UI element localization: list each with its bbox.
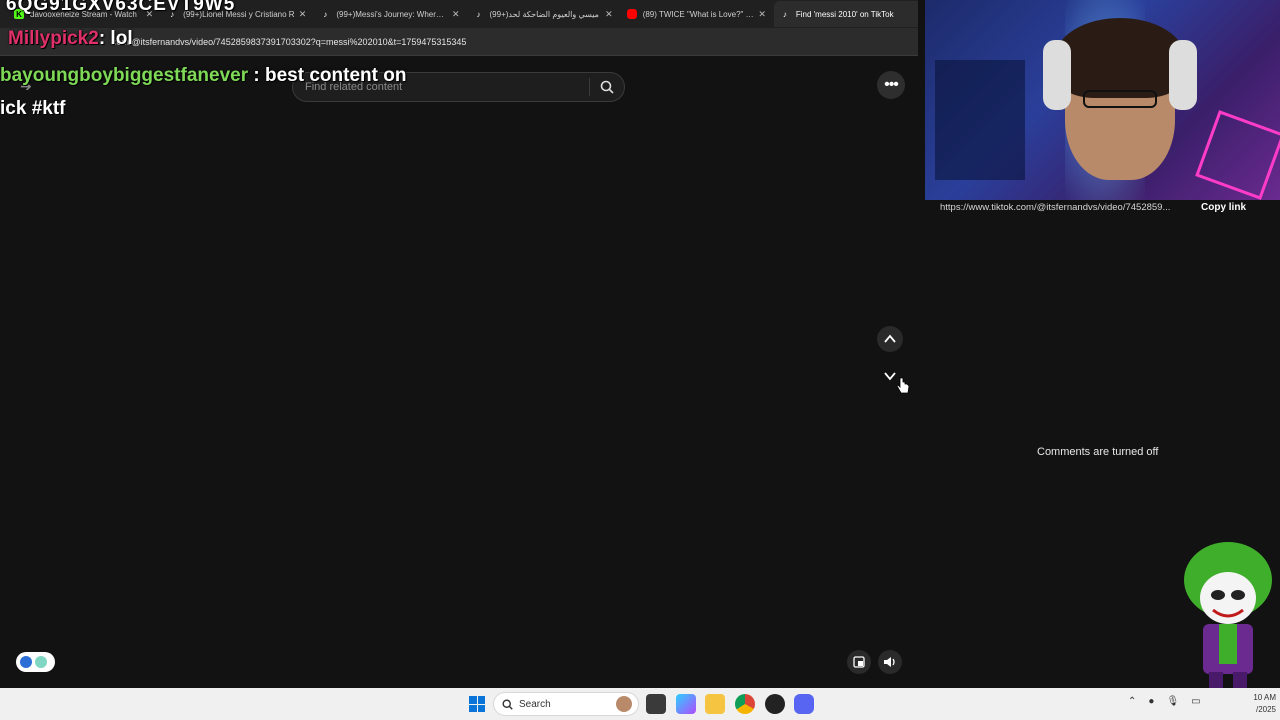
tiktok-icon: ♪ bbox=[323, 9, 328, 19]
headset-left bbox=[1043, 40, 1071, 110]
chat-message: bayoungboybiggestfanever : best content … bbox=[0, 65, 406, 87]
discord-icon[interactable] bbox=[794, 694, 814, 714]
system-tray: ⌃ ● 🎙 ▭ bbox=[1128, 696, 1201, 707]
more-options-button[interactable]: ••• bbox=[877, 71, 905, 99]
copilot-icon[interactable] bbox=[676, 694, 696, 714]
browser-tab[interactable]: ♪ (99+)Messi's Journey: Where H ✕ bbox=[314, 1, 465, 27]
taskbar-search-label: Search bbox=[519, 698, 551, 710]
close-icon[interactable]: ✕ bbox=[605, 9, 613, 20]
antivirus-icon[interactable]: ● bbox=[1148, 696, 1154, 707]
screen: K davooxeneize Stream - Watch ✕ ♪ (99+)L… bbox=[0, 0, 1280, 720]
tiktok-icon: ♪ bbox=[476, 9, 481, 19]
chat-text: : lol bbox=[98, 28, 133, 49]
windows-taskbar: Search ⌃ ● 🎙 ▭ 10 AM /2025 bbox=[0, 688, 1280, 720]
close-icon[interactable]: ✕ bbox=[452, 9, 460, 20]
search-button[interactable] bbox=[590, 72, 624, 102]
search-icon bbox=[600, 80, 614, 94]
chevron-up-icon[interactable]: ⌃ bbox=[1128, 696, 1136, 707]
browser-tab[interactable]: ♪ (99+)ميسي والعيوم الضاحكة لحد ✕ bbox=[468, 1, 619, 27]
search-highlight-icon bbox=[616, 696, 632, 712]
chevron-down-icon bbox=[884, 372, 896, 381]
file-explorer-icon[interactable] bbox=[705, 694, 725, 714]
browser-tab[interactable]: (89) TWICE "What is Love?" M/ ✕ bbox=[621, 1, 772, 27]
chevron-up-icon bbox=[884, 334, 896, 343]
picture-in-picture-button[interactable] bbox=[847, 650, 871, 674]
previous-video-button[interactable] bbox=[877, 326, 903, 352]
microphone-icon[interactable]: 🎙 bbox=[1166, 696, 1179, 707]
taskbar-search[interactable]: Search bbox=[493, 692, 639, 716]
speaker-icon bbox=[884, 657, 895, 667]
hand-cursor-icon bbox=[896, 377, 910, 394]
comments-status: Comments are turned off bbox=[1037, 446, 1159, 458]
start-button[interactable] bbox=[469, 696, 485, 712]
youtube-icon bbox=[626, 9, 637, 19]
chrome-icon[interactable] bbox=[735, 694, 755, 714]
app-icon[interactable] bbox=[765, 694, 785, 714]
pip-icon bbox=[853, 656, 865, 668]
close-icon[interactable]: ✕ bbox=[299, 9, 307, 20]
chat-message-continued: ick #ktf bbox=[0, 98, 66, 119]
streamer-glasses bbox=[1083, 90, 1157, 108]
webcam-shelf bbox=[935, 60, 1025, 180]
ellipsis-icon: ••• bbox=[884, 76, 899, 93]
browser-tab-active[interactable]: ♪ Find 'messi 2010' on TikTok bbox=[773, 1, 926, 27]
clock-time: 10 AM bbox=[1253, 693, 1276, 702]
chat-username: bayoungboybiggestfanever bbox=[0, 65, 249, 86]
task-view-icon[interactable] bbox=[646, 694, 666, 714]
network-icon[interactable]: ▭ bbox=[1191, 696, 1200, 707]
copy-link-button[interactable]: Copy link bbox=[1201, 202, 1246, 213]
clock-date: /2025 bbox=[1255, 705, 1276, 714]
search-icon bbox=[502, 698, 513, 710]
tab-title: (89) TWICE "What is Love?" M/ bbox=[642, 9, 755, 19]
share-url: https://www.tiktok.com/@itsfernandvs/vid… bbox=[940, 201, 1171, 213]
chat-username: Millypick2 bbox=[8, 28, 99, 49]
streamer-hair bbox=[1055, 18, 1185, 98]
autoscroll-toggle[interactable] bbox=[16, 652, 55, 672]
overlay-code-text: 6QG91GXV63CEVT9W5 bbox=[6, 0, 236, 15]
tab-title: Find 'messi 2010' on TikTok bbox=[795, 9, 894, 19]
share-link-bar: https://www.tiktok.com/@itsfernandvs/vid… bbox=[940, 200, 1280, 214]
neon-sign bbox=[1195, 110, 1280, 200]
volume-button[interactable] bbox=[878, 650, 902, 674]
joker-avatar bbox=[1184, 542, 1272, 688]
power-icon bbox=[35, 656, 47, 668]
headset-right bbox=[1169, 40, 1197, 110]
tab-title: (99+)ميسي والعيوم الضاحكة لحد bbox=[489, 9, 599, 19]
close-icon[interactable]: ✕ bbox=[758, 9, 766, 20]
chat-text: : best content on bbox=[248, 65, 407, 86]
chat-message: Millypick2: lol bbox=[8, 28, 133, 50]
taskbar-clock[interactable]: 10 AM /2025 bbox=[1240, 692, 1276, 716]
url-text: com/@itsfernandvs/video/7452859837391703… bbox=[112, 36, 467, 47]
play-icon bbox=[20, 656, 32, 668]
address-bar[interactable]: com/@itsfernandvs/video/7452859837391703… bbox=[0, 28, 925, 56]
webcam-feed bbox=[925, 0, 1280, 200]
right-panel: https://www.tiktok.com/@itsfernandvs/vid… bbox=[918, 0, 1280, 688]
tiktok-page: ➔ Find related content ••• bbox=[0, 57, 918, 688]
tab-title: (99+)Messi's Journey: Where H bbox=[336, 9, 448, 19]
tiktok-icon: ♪ bbox=[782, 9, 787, 19]
